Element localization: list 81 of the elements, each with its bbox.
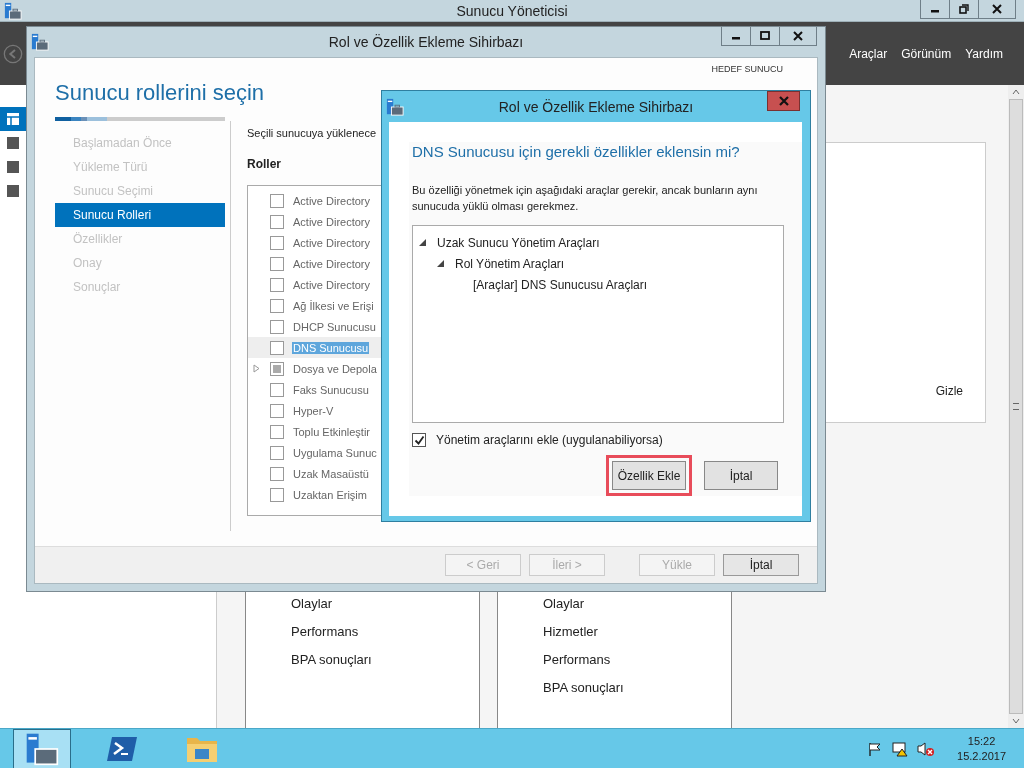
speaker-muted-icon[interactable]	[917, 740, 936, 757]
expanded-arrow-icon[interactable]	[419, 239, 426, 246]
checkbox[interactable]	[270, 319, 284, 334]
dashboard-icon[interactable]	[0, 107, 26, 131]
maximize-icon	[760, 31, 770, 41]
window-title: Rol ve Özellik Ekleme Sihirbazı	[328, 34, 524, 50]
minimize-button[interactable]	[721, 27, 751, 46]
dialog-button[interactable]: Özellik Ekle	[612, 461, 686, 490]
menu-item[interactable]: Görünüm	[901, 46, 952, 61]
hide-link[interactable]: Gizle	[935, 384, 963, 398]
role-name[interactable]: Active Directory	[292, 194, 372, 207]
checkbox[interactable]	[270, 298, 284, 313]
page-heading: Sunucu rollerini seçin	[55, 80, 265, 107]
target-server-label: HEDEF SUNUCU	[711, 64, 783, 76]
close-icon	[992, 4, 1002, 14]
tree-item[interactable]: Uzak Sunucu Yönetim Araçları	[437, 235, 600, 250]
role-name[interactable]: Faks Sunucusu	[292, 383, 370, 396]
server-manager-icon	[4, 1, 22, 20]
role-name[interactable]: Dosya ve Depola	[292, 362, 378, 375]
checkbox[interactable]	[270, 256, 284, 271]
role-name[interactable]: Hyper-V	[292, 404, 335, 417]
role-name[interactable]: Active Directory	[292, 236, 372, 249]
tree-item[interactable]: [Araçlar] DNS Sunucusu Araçları	[473, 277, 648, 292]
close-icon	[793, 31, 803, 41]
checkbox[interactable]	[270, 487, 284, 502]
tile-link[interactable]: Hizmetler	[543, 618, 598, 646]
checkbox[interactable]	[270, 466, 284, 481]
close-button[interactable]	[779, 27, 817, 46]
wizard-step[interactable]: Sunucu Rolleri	[55, 203, 225, 227]
checkbox[interactable]	[270, 340, 284, 355]
tile-link[interactable]: Performans	[543, 646, 611, 674]
scrollbar[interactable]	[1008, 85, 1024, 728]
window-title: Rol ve Özellik Ekleme Sihirbazı	[498, 98, 694, 115]
tile-link[interactable]: Olaylar	[291, 590, 333, 618]
menu-item[interactable]: Yardım	[965, 46, 1003, 61]
tree-item[interactable]: Rol Yönetim Araçları	[455, 256, 565, 271]
checkbox[interactable]	[270, 214, 284, 229]
role-name[interactable]: DHCP Sunucusu	[292, 320, 377, 333]
role-name[interactable]: Uygulama Sunuc	[292, 446, 378, 459]
role-name[interactable]: Uzak Masaüstü	[292, 467, 370, 480]
server-manager-icon	[386, 97, 404, 116]
checkbox-label[interactable]: Yönetim araçlarını ekle (uygulanabiliyorsa)	[436, 433, 663, 447]
role-name[interactable]: Active Directory	[292, 257, 372, 270]
window-title: Sunucu Yöneticisi	[456, 2, 568, 19]
checkbox[interactable]	[270, 277, 284, 292]
checkbox[interactable]	[270, 424, 284, 439]
section-label: Roller	[247, 157, 282, 171]
checkbox[interactable]	[270, 235, 284, 250]
expand-arrow-icon[interactable]	[253, 364, 260, 373]
checkbox[interactable]	[270, 403, 284, 418]
checkbox[interactable]	[270, 382, 284, 397]
dialog-button[interactable]: İptal	[704, 461, 778, 490]
server-manager-icon	[31, 33, 49, 51]
tile-link[interactable]: Performans	[291, 618, 359, 646]
role-name[interactable]: Uzaktan Erişim	[292, 488, 368, 501]
role-name[interactable]: Toplu Etkinleştir	[292, 425, 372, 438]
description-text: Seçili sunucuya yüklenece	[247, 127, 378, 139]
server-manager-icon[interactable]	[14, 729, 70, 768]
role-name[interactable]: Active Directory	[292, 278, 372, 291]
dialog-question: DNS Sunucusu için gerekli özellikler eklensin mi?	[412, 143, 741, 160]
minimize-button[interactable]	[920, 0, 950, 19]
close-icon	[778, 96, 789, 106]
tile-link[interactable]: BPA sonuçları	[543, 674, 624, 702]
network-warning-icon[interactable]	[891, 740, 910, 757]
clock-time: 15:22	[967, 733, 996, 749]
menu-item[interactable]: Araçlar	[849, 46, 888, 61]
checkbox[interactable]	[412, 433, 426, 447]
close-button[interactable]	[978, 0, 1016, 19]
clock[interactable]: 15:22 15.2.2017	[957, 733, 1006, 764]
checkbox[interactable]	[270, 445, 284, 460]
wizard-button[interactable]: İptal	[723, 554, 799, 576]
checkbox[interactable]	[270, 361, 284, 376]
restore-icon	[959, 4, 969, 14]
clock-date: 15.2.2017	[957, 748, 1006, 764]
role-name[interactable]: Active Directory	[292, 215, 372, 228]
tile-link[interactable]: BPA sonuçları	[291, 646, 372, 674]
expanded-arrow-icon[interactable]	[437, 260, 444, 267]
tile-link[interactable]: Olaylar	[543, 590, 585, 618]
dialog-description: Bu özelliği yönetmek için aşağıdaki araçlar gerekir, ancak bunların aynı sunucuda yüklü olması gerekmez.	[412, 183, 759, 214]
role-name[interactable]: Ağ İlkesi ve Erişi	[292, 299, 375, 312]
checkbox[interactable]	[270, 193, 284, 208]
